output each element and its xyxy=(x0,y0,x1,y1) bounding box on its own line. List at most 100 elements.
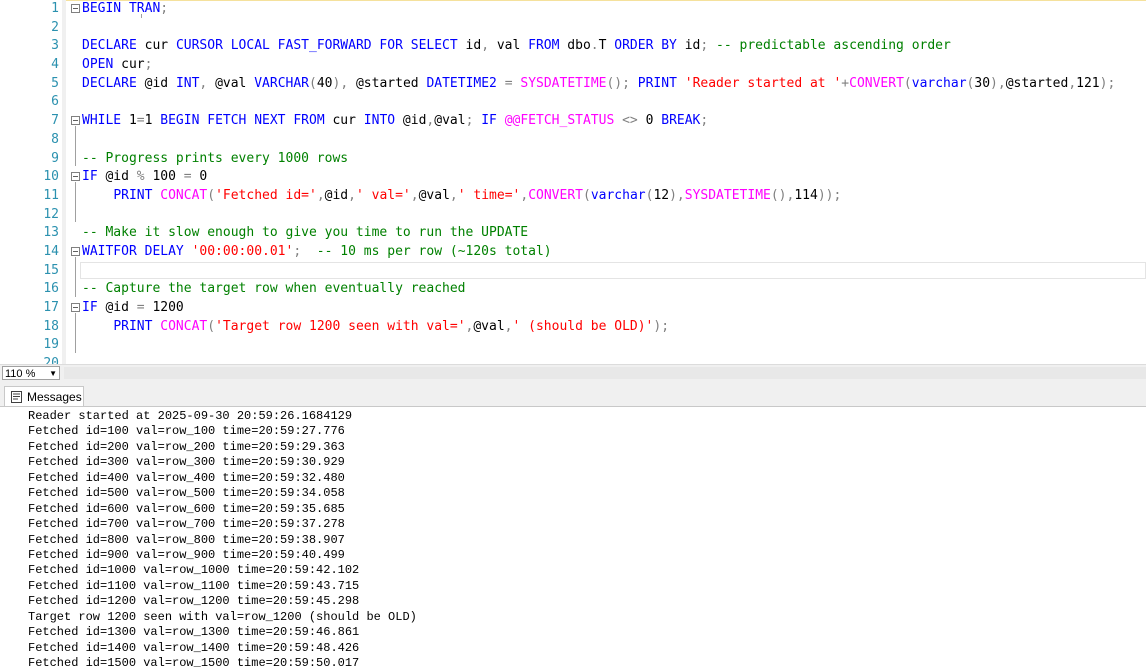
code-token: IF xyxy=(82,300,98,315)
code-token: 'Target row 1200 seen with val=' xyxy=(215,318,466,334)
message-line: Fetched id=900 val=row_900 time=20:59:40… xyxy=(28,547,345,562)
collapse-icon[interactable] xyxy=(71,116,80,125)
code-token: IF xyxy=(481,113,497,129)
code-token: @started xyxy=(1005,75,1069,91)
code-token: 1200 xyxy=(144,300,184,315)
code-token: PRINT xyxy=(637,75,677,91)
sql-editor[interactable]: 1 2 3 4 5 6 7 8 9 10 11 12 13 14 15 16 17 18 19 20 BEGIN TR… xyxy=(0,0,1146,364)
results-tabbar: Messages xyxy=(0,382,1146,407)
line-number: 11 xyxy=(43,187,59,203)
code-line: WHILE 1=1 BEGIN FETCH NEXT FROM cur INTO… xyxy=(82,112,1146,131)
code-line: DECLARE cur CURSOR LOCAL FAST_FORWARD FO… xyxy=(82,37,1146,56)
code-token: ' (should be OLD)' xyxy=(512,318,654,334)
code-token: ), xyxy=(669,187,685,203)
horizontal-scrollbar[interactable] xyxy=(64,367,1146,379)
code-token: OPEN xyxy=(82,57,114,73)
code-token: @val xyxy=(207,75,255,91)
code-token: BEGIN TRAN xyxy=(82,1,161,16)
chevron-down-icon: ▼ xyxy=(49,369,57,378)
messages-panel[interactable]: Reader started at 2025-09-30 20:59:26.16… xyxy=(0,406,1146,667)
code-line: PRINT CONCAT('Target row 1200 seen with … xyxy=(82,318,1146,337)
collapse-icon[interactable] xyxy=(71,172,80,181)
editor-statusbar: 110 % ▼ xyxy=(0,364,1146,382)
line-number: 19 xyxy=(43,337,59,353)
code-token: = xyxy=(183,169,192,185)
message-line: Fetched id=800 val=row_800 time=20:59:38… xyxy=(28,532,345,547)
code-token: 1 xyxy=(121,113,137,129)
code-token: INTO xyxy=(363,113,396,129)
code-lines[interactable]: BEGIN TRAN; DECLARE cur CURSOR LOCAL FAST… xyxy=(82,0,1146,364)
code-token: ); xyxy=(653,318,670,334)
code-token: , xyxy=(481,38,490,54)
code-token: 1 xyxy=(144,113,161,129)
code-line: BEGIN TRAN; xyxy=(82,0,1146,19)
code-token: VARCHAR xyxy=(254,75,310,91)
tab-messages[interactable]: Messages xyxy=(4,386,84,407)
code-token: T xyxy=(598,38,615,54)
code-token: 'Fetched id=' xyxy=(215,187,317,203)
code-token: @id xyxy=(395,113,427,129)
line-number: 1 xyxy=(51,1,59,16)
message-line: Fetched id=400 val=row_400 time=20:59:32… xyxy=(28,470,345,485)
zoom-dropdown[interactable]: 110 % ▼ xyxy=(2,366,60,380)
code-token: SYSDATETIME xyxy=(684,187,771,203)
code-token: -- predictable ascending order xyxy=(708,38,951,54)
code-token: @val xyxy=(418,187,450,203)
message-line: Fetched id=100 val=row_100 time=20:59:27… xyxy=(28,424,345,439)
code-token: 114 xyxy=(794,187,818,203)
code-token: . xyxy=(590,38,599,54)
line-number: 7 xyxy=(51,113,59,129)
line-number: 6 xyxy=(51,94,59,110)
fold-guide xyxy=(75,126,76,166)
code-token: @id xyxy=(97,300,137,315)
message-line: Fetched id=500 val=row_500 time=20:59:34… xyxy=(28,486,345,501)
code-token: ; xyxy=(160,1,169,16)
line-number: 17 xyxy=(43,300,59,315)
code-token: SYSDATETIME xyxy=(520,75,607,91)
code-line: WAITFOR DELAY '00:00:00.01'; -- 10 ms pe… xyxy=(82,243,1146,262)
collapse-icon[interactable] xyxy=(71,4,80,13)
code-token: ( xyxy=(903,75,912,91)
line-number: 12 xyxy=(43,206,59,222)
code-token: 0 xyxy=(645,113,662,129)
fold-guide xyxy=(75,182,76,222)
code-token: , xyxy=(410,187,419,203)
code-token: PRINT xyxy=(113,318,153,334)
code-token: -- Make it slow enough to give you time … xyxy=(82,225,529,241)
message-line: Fetched id=1400 val=row_1400 time=20:59:… xyxy=(28,640,360,655)
line-number: 16 xyxy=(43,281,59,297)
code-token: ( xyxy=(582,187,591,203)
message-line: Fetched id=1300 val=row_1300 time=20:59:… xyxy=(28,625,360,640)
collapse-icon[interactable] xyxy=(71,247,80,256)
code-token: = xyxy=(136,113,145,129)
collapse-icon[interactable] xyxy=(71,303,80,312)
message-line: Reader started at 2025-09-30 20:59:26.16… xyxy=(28,409,353,423)
code-token: @val xyxy=(434,113,466,129)
code-token: ( xyxy=(207,318,216,334)
code-token: ORDER BY xyxy=(614,38,677,54)
code-line: PRINT CONCAT('Fetched id=',@id,' val=',@… xyxy=(82,187,1146,206)
code-token: WHILE xyxy=(82,113,122,129)
code-token: (); xyxy=(606,75,630,91)
code-token: (), xyxy=(770,187,795,203)
code-line: DECLARE @id INT, @val VARCHAR(40), @star… xyxy=(82,75,1146,94)
code-token: @val xyxy=(473,318,505,334)
code-token: , xyxy=(504,318,513,334)
code-token: @id xyxy=(136,75,176,91)
code-token: varchar xyxy=(911,75,967,91)
line-number: 20 xyxy=(43,356,59,364)
messages-icon xyxy=(11,391,22,403)
code-token: -- Progress prints every 1000 rows xyxy=(82,150,349,166)
code-token: = xyxy=(496,75,521,91)
messages-list: Reader started at 2025-09-30 20:59:26.16… xyxy=(28,409,417,667)
code-token: val xyxy=(489,38,529,54)
code-token: CONVERT xyxy=(528,187,583,203)
message-line: Fetched id=1000 val=row_1000 time=20:59:… xyxy=(28,563,360,578)
code-token: , xyxy=(520,187,529,203)
